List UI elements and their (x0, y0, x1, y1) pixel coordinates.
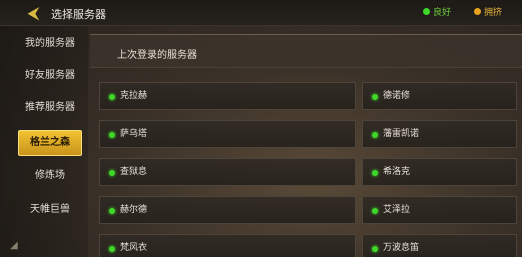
sidebar-item-training-ground[interactable]: 修炼场 (14, 166, 86, 186)
status-good-dot-icon (372, 132, 378, 138)
status-good-dot-icon (372, 246, 378, 252)
sidebar-item-recommended-servers[interactable]: 推荐服务器 (14, 98, 86, 118)
server-item[interactable]: 赫尔德 (99, 196, 356, 224)
server-name: 艾泽拉 (383, 205, 411, 215)
section-header: 上次登录的服务器 (90, 34, 522, 68)
legend-busy-label: 拥挤 (484, 8, 503, 18)
status-good-dot-icon (109, 170, 115, 176)
status-good-dot-icon (109, 208, 115, 214)
sidebar-item-gran-forest[interactable]: 格兰之森 (18, 130, 82, 156)
sidebar: 我的服务器 好友服务器 推荐服务器 格兰之森 修炼场 天帷巨兽 (0, 26, 88, 257)
legend-good-label: 良好 (433, 8, 452, 18)
server-name: 希洛克 (383, 167, 411, 177)
status-good-dot-icon (372, 208, 378, 214)
server-name: 藩雷凯诺 (383, 129, 420, 139)
server-name: 梵风衣 (120, 243, 148, 253)
server-name: 查狱息 (120, 167, 148, 177)
server-item[interactable]: 德诺修 (362, 82, 517, 110)
server-item[interactable]: 萨乌塔 (99, 120, 356, 148)
status-busy-dot-icon (474, 8, 481, 15)
status-good-dot-icon (109, 132, 115, 138)
server-item[interactable]: 梵风衣 (99, 234, 356, 257)
server-item[interactable]: 藩雷凯诺 (362, 120, 517, 148)
server-name: 萨乌塔 (120, 129, 148, 139)
server-item[interactable]: 希洛克 (362, 158, 517, 186)
corner-handle-icon: ◢ (10, 240, 18, 251)
sidebar-item-my-servers[interactable]: 我的服务器 (14, 34, 86, 54)
top-bar: ⮜ 选择服务器 良好 拥挤 (0, 0, 522, 26)
server-item[interactable]: 克拉赫 (99, 82, 356, 110)
sidebar-item-friend-servers[interactable]: 好友服务器 (14, 66, 86, 86)
section-title: 上次登录的服务器 (117, 50, 197, 61)
status-good-dot-icon (109, 94, 115, 100)
status-good-dot-icon (423, 8, 430, 15)
server-item[interactable]: 艾泽拉 (362, 196, 517, 224)
legend-good: 良好 (423, 7, 451, 19)
server-name: 万波息笛 (383, 243, 420, 253)
server-name: 德诺修 (383, 91, 411, 101)
sidebar-item-titan[interactable]: 天帷巨兽 (14, 200, 86, 220)
status-good-dot-icon (109, 246, 115, 252)
status-good-dot-icon (372, 170, 378, 176)
server-item[interactable]: 查狱息 (99, 158, 356, 186)
server-name: 赫尔德 (120, 205, 148, 215)
status-good-dot-icon (372, 94, 378, 100)
back-arrow-icon[interactable]: ⮜ (28, 4, 46, 22)
server-item[interactable]: 万波息笛 (362, 234, 517, 257)
legend-busy: 拥挤 (474, 7, 502, 19)
server-name: 克拉赫 (120, 91, 148, 101)
page-title: 选择服务器 (51, 8, 106, 21)
